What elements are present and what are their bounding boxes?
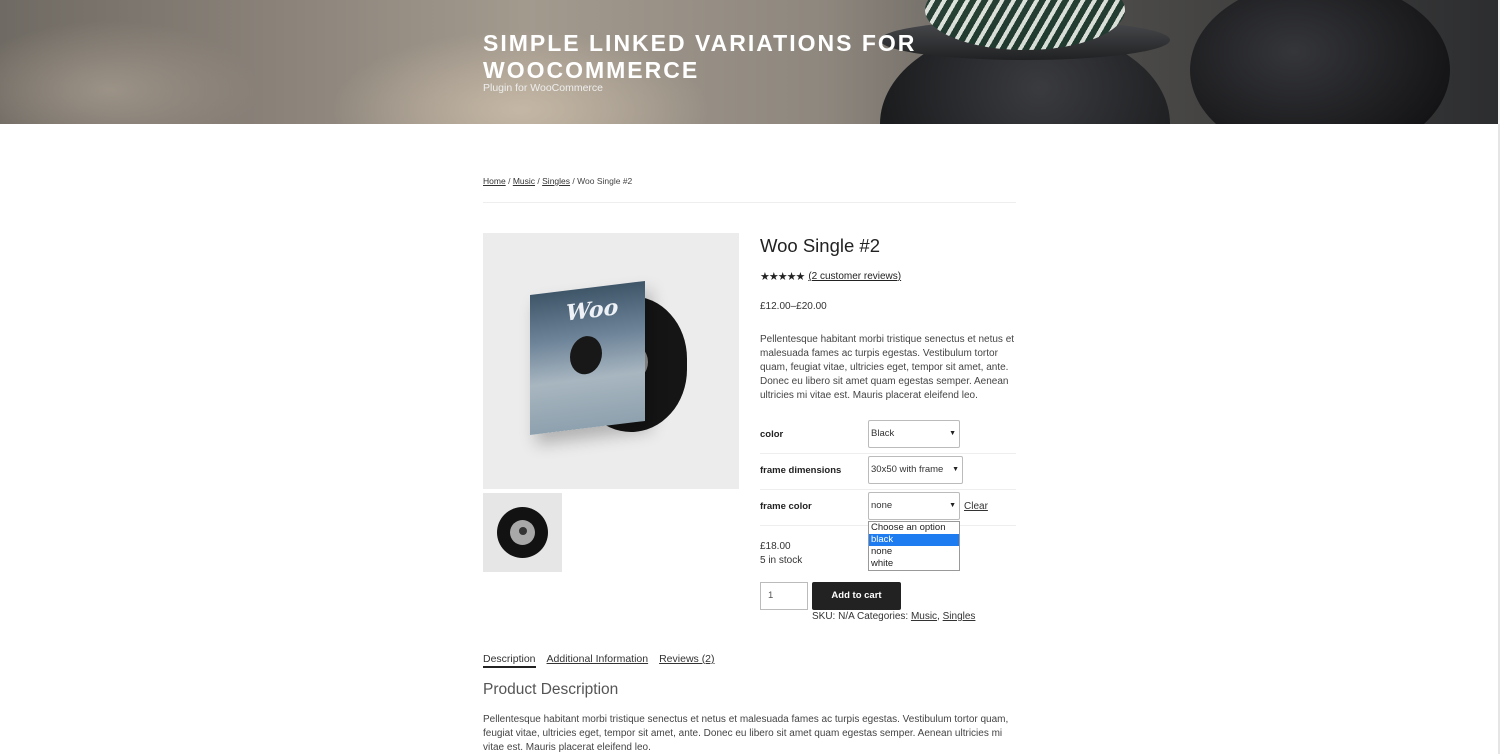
breadcrumb-home[interactable]: Home bbox=[483, 176, 506, 186]
dropdown-option-highlighted[interactable]: black bbox=[869, 534, 959, 546]
quantity-input[interactable]: 1 bbox=[760, 582, 808, 610]
sku-text: SKU: N/A Categories: bbox=[812, 611, 909, 622]
banner-sphere bbox=[1190, 0, 1450, 124]
add-to-cart-button[interactable]: Add to cart bbox=[812, 582, 901, 610]
record-sleeve-image: Woo bbox=[530, 280, 645, 436]
product-rating: ★★★★★ (2 customer reviews) bbox=[760, 270, 901, 283]
variation-label-color: color bbox=[760, 429, 784, 440]
chevron-down-icon: ▼ bbox=[949, 502, 956, 509]
frame-color-dropdown: Choose an option black none white bbox=[868, 521, 960, 571]
sleeve-hole bbox=[570, 334, 602, 377]
thumbnail-disc-icon bbox=[497, 507, 548, 558]
breadcrumb-divider bbox=[483, 202, 1016, 203]
tab-additional-information[interactable]: Additional Information bbox=[547, 653, 649, 668]
variation-row-frame-dimensions: frame dimensions 30x50 with frame ▼ bbox=[760, 453, 1016, 490]
category-link-singles[interactable]: Singles bbox=[943, 611, 976, 622]
customer-reviews-link[interactable]: (2 customer reviews) bbox=[808, 271, 901, 282]
sleeve-logo-text: Woo bbox=[566, 294, 619, 327]
breadcrumb: Home / Music / Singles / Woo Single #2 bbox=[483, 176, 632, 186]
product-description-title: Product Description bbox=[483, 681, 619, 698]
breadcrumb-singles[interactable]: Singles bbox=[542, 176, 570, 186]
product-thumbnail[interactable] bbox=[483, 493, 562, 572]
dropdown-option[interactable]: white bbox=[869, 558, 959, 570]
variation-price: £18.00 bbox=[760, 541, 791, 552]
star-rating-icon: ★★★★★ bbox=[760, 271, 805, 283]
banner-background bbox=[0, 20, 260, 124]
dropdown-option[interactable]: Choose an option bbox=[869, 522, 959, 534]
color-select[interactable]: Black ▼ bbox=[868, 420, 960, 448]
site-description: Plugin for WooCommerce bbox=[483, 82, 604, 94]
site-title[interactable]: SIMPLE LINKED VARIATIONS FOR WOOCOMMERCE bbox=[483, 30, 943, 84]
chevron-down-icon: ▼ bbox=[952, 466, 959, 473]
stock-status: 5 in stock bbox=[760, 555, 803, 566]
breadcrumb-current: Woo Single #2 bbox=[577, 176, 633, 186]
category-link-music[interactable]: Music bbox=[911, 611, 937, 622]
frame-color-select-value: none bbox=[871, 500, 893, 511]
product-price-range: £12.00–£20.00 bbox=[760, 301, 827, 312]
product-title: Woo Single #2 bbox=[760, 235, 880, 256]
frame-dimensions-select[interactable]: 30x50 with frame ▼ bbox=[868, 456, 963, 484]
frame-dimensions-select-value: 30x50 with frame bbox=[871, 464, 944, 475]
breadcrumb-music[interactable]: Music bbox=[513, 176, 535, 186]
breadcrumb-separator: / bbox=[508, 176, 511, 186]
breadcrumb-separator: / bbox=[572, 176, 575, 186]
breadcrumb-separator: / bbox=[537, 176, 540, 186]
product-description-text: Pellentesque habitant morbi tristique se… bbox=[483, 714, 1009, 753]
product-tabs: Description Additional Information Revie… bbox=[483, 653, 715, 668]
tab-reviews[interactable]: Reviews (2) bbox=[659, 653, 714, 668]
chevron-down-icon: ▼ bbox=[949, 430, 956, 437]
clear-variations-link[interactable]: Clear bbox=[964, 489, 988, 525]
frame-color-select[interactable]: none ▼ bbox=[868, 492, 960, 520]
disc-center bbox=[519, 527, 527, 535]
tab-description[interactable]: Description bbox=[483, 653, 536, 668]
variation-row-color: color Black ▼ bbox=[760, 417, 1016, 454]
variation-label-frame-dimensions: frame dimensions bbox=[760, 465, 842, 476]
variation-label-frame-color: frame color bbox=[760, 501, 812, 512]
category-separator: , bbox=[937, 611, 940, 622]
color-select-value: Black bbox=[871, 428, 895, 439]
product-meta: SKU: N/A Categories: Music, Singles bbox=[812, 611, 975, 622]
dropdown-option[interactable]: none bbox=[869, 546, 959, 558]
product-short-description: Pellentesque habitant morbi tristique se… bbox=[760, 334, 1015, 401]
header-banner: SIMPLE LINKED VARIATIONS FOR WOOCOMMERCE… bbox=[0, 0, 1500, 124]
